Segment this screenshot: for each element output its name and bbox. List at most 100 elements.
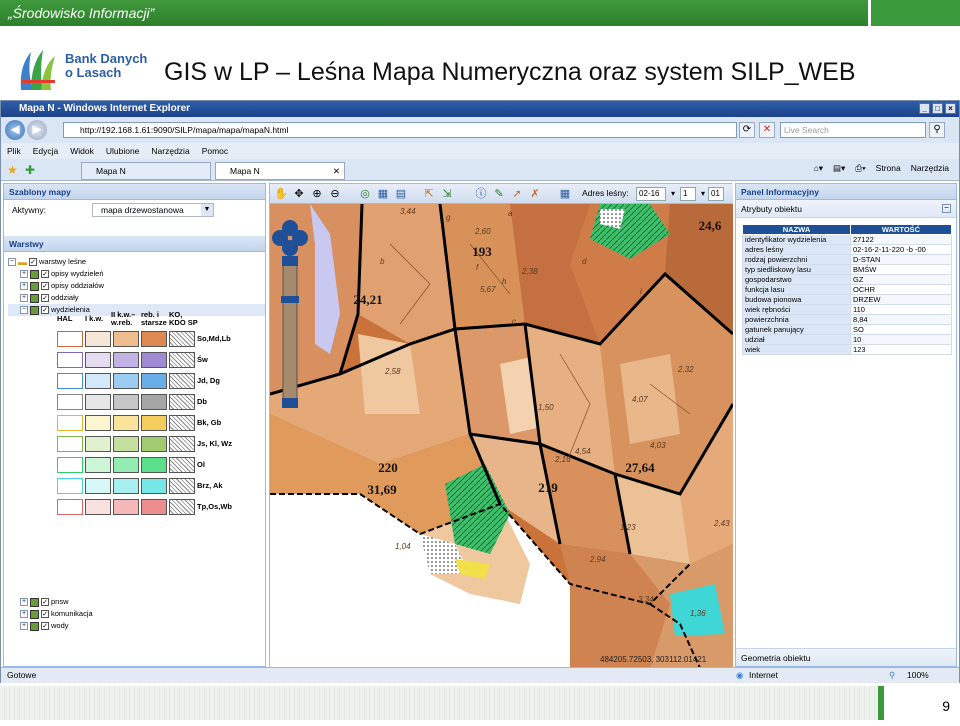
print-map-icon[interactable]: ▤: [394, 187, 408, 201]
attribute-row[interactable]: gatunek panujący SO: [742, 324, 952, 335]
home-icon[interactable]: ⌂▾: [814, 163, 823, 174]
pan-hand-icon[interactable]: ✋: [274, 187, 288, 201]
layer-checkbox[interactable]: ✓: [41, 610, 49, 618]
legend-swatch: [141, 499, 167, 515]
collapse-icon[interactable]: −: [942, 204, 951, 213]
info-icon[interactable]: ⓘ: [474, 187, 488, 201]
menu-ulubione[interactable]: Ulubione: [106, 143, 140, 159]
tab-mapa-n-2[interactable]: Mapa N ✕: [215, 162, 345, 180]
layer-node-wody[interactable]: + ✓ wody: [8, 620, 93, 632]
clear-selection-icon[interactable]: ✗: [528, 187, 542, 201]
maximize-button[interactable]: □: [932, 103, 943, 114]
zoom-icon[interactable]: ⚲: [889, 668, 895, 683]
layer-checkbox[interactable]: ✓: [41, 270, 49, 278]
back-button[interactable]: ◀: [5, 120, 25, 140]
select-icon[interactable]: ➚: [510, 187, 524, 201]
attribute-row[interactable]: identyfikator wydzielenia 27122: [742, 234, 952, 245]
zoom-track[interactable]: [282, 261, 298, 401]
menu-pomoc[interactable]: Pomoc: [202, 143, 228, 159]
tab-label: Mapa N: [96, 166, 126, 176]
layer-node-opisy-oddzialow[interactable]: + ✓ opisy oddziałów: [8, 280, 265, 292]
template-select[interactable]: mapa drzewostanowa ▼: [92, 203, 214, 217]
attribute-row[interactable]: funkcja lasu OCHR: [742, 284, 952, 295]
layer-checkbox[interactable]: ✓: [41, 306, 49, 314]
attribute-row[interactable]: udział 10: [742, 334, 952, 345]
pan-down-button[interactable]: [282, 240, 298, 256]
move-icon[interactable]: ✥: [292, 187, 306, 201]
zoom-in-icon[interactable]: ⊕: [310, 187, 324, 201]
layer-checkbox[interactable]: ✓: [41, 622, 49, 630]
layer-node-forest[interactable]: − ▬ ✓ warstwy leśne: [8, 256, 265, 268]
forward-button[interactable]: ▶: [27, 120, 47, 140]
tools-menu[interactable]: Narzędzia: [911, 163, 949, 174]
close-tab-icon[interactable]: ✕: [333, 163, 340, 179]
feeds-icon[interactable]: ▤▾: [833, 163, 845, 174]
zoom-previous-icon[interactable]: ⇱: [422, 187, 436, 201]
zoom-out-icon[interactable]: ⊖: [328, 187, 342, 201]
geometry-subheader[interactable]: Geometria obiektu: [736, 648, 956, 666]
layer-node-oddzialy[interactable]: + ✓ oddziały: [8, 292, 265, 304]
attribute-row[interactable]: typ siedliskowy lasu BMŚW: [742, 264, 952, 275]
url-field[interactable]: http://192.168.1.61:9090/SILP/mapa/mapa/…: [63, 122, 737, 138]
layer-checkbox[interactable]: ✓: [41, 282, 49, 290]
search-input[interactable]: Live Search: [780, 122, 926, 138]
tab-mapa-n-1[interactable]: Mapa N: [81, 162, 211, 180]
stop-button[interactable]: ✕: [759, 122, 775, 138]
attribute-row[interactable]: adres leśny 02-16-2-11-220 -b -00: [742, 244, 952, 255]
chevron-down-icon[interactable]: ▼: [201, 204, 213, 216]
zoom-handle[interactable]: [281, 296, 299, 303]
forest-map[interactable]: 193 24,21 220 31,69 219 27,64 24,6 a g f h c b d i 3,44…: [270, 204, 733, 668]
zoom-level[interactable]: 100%: [907, 668, 929, 683]
layer-label: oddziały: [51, 293, 79, 302]
page-menu[interactable]: Strona: [876, 163, 901, 174]
zoom-next-icon[interactable]: ⇲: [440, 187, 454, 201]
menu-edycja[interactable]: Edycja: [33, 143, 59, 159]
measure-icon[interactable]: ✎: [492, 187, 506, 201]
favorites-star-icon[interactable]: ★: [7, 163, 18, 177]
layer-checkbox[interactable]: ✓: [29, 258, 37, 266]
stand-label: a: [508, 209, 513, 218]
close-window-button[interactable]: ×: [945, 103, 956, 114]
legend-swatch-hal: [57, 415, 83, 431]
address-part-2[interactable]: 1: [680, 187, 696, 201]
templates-header[interactable]: Szablony mapy: [4, 184, 265, 200]
layers-header[interactable]: Warstwy: [4, 236, 265, 252]
address-part-3[interactable]: 01: [708, 187, 724, 201]
legend-swatch-ko: [169, 499, 195, 515]
menu-plik[interactable]: Plik: [7, 143, 21, 159]
add-favorite-icon[interactable]: ✚: [25, 163, 35, 177]
stand-polygon[interactable]: [620, 354, 680, 444]
zoom-plus-button[interactable]: [282, 256, 298, 266]
address-part-1[interactable]: 02-16: [636, 187, 666, 201]
zoom-minus-button[interactable]: [282, 398, 298, 408]
menu-widok[interactable]: Widok: [70, 143, 94, 159]
attributes-subheader[interactable]: Atrybuty obiektu −: [736, 200, 956, 218]
info-panel-header[interactable]: Panel Informacyjny: [736, 184, 956, 200]
layer-checkbox[interactable]: ✓: [41, 294, 49, 302]
refresh-button[interactable]: ⟳: [739, 122, 755, 138]
attribute-row[interactable]: wiek 123: [742, 344, 952, 355]
chevron-down-icon[interactable]: ▾: [666, 187, 680, 201]
attribute-value: GZ: [850, 274, 952, 285]
zoom-extent-icon[interactable]: ◎: [358, 187, 372, 201]
minimize-button[interactable]: _: [919, 103, 930, 114]
layer-checkbox[interactable]: ✓: [41, 598, 49, 606]
attribute-row[interactable]: gospodarstwo GZ: [742, 274, 952, 285]
attribute-row[interactable]: budowa pionowa DRZEW: [742, 294, 952, 305]
map-canvas[interactable]: 19324,2122031,69 21927,6424,6agfhcb di3,44…: [270, 204, 733, 668]
layer-node-pnsw[interactable]: + ✓ pnsw: [8, 596, 93, 608]
stand-label: b: [380, 257, 385, 266]
table-icon[interactable]: ▦: [558, 187, 572, 201]
menu-narzedzia[interactable]: Narzędzia: [151, 143, 189, 159]
search-icon[interactable]: ⚲: [929, 122, 945, 138]
print-icon[interactable]: ⎙▾: [855, 163, 865, 174]
compartment-number: 27,64: [625, 460, 655, 475]
address-part-3-value: 01: [711, 189, 720, 198]
layer-node-opisy-wydzielen[interactable]: + ✓ opisy wydzieleń: [8, 268, 265, 280]
attribute-row[interactable]: rodzaj powierzchni D-STAN: [742, 254, 952, 265]
layer-node-komunikacja[interactable]: + ✓ komunikacja: [8, 608, 93, 620]
template-select-value: mapa drzewostanowa: [101, 205, 184, 215]
attribute-row[interactable]: wiek rębności 110: [742, 304, 952, 315]
layer-view-icon[interactable]: ▦: [376, 187, 390, 201]
attribute-row[interactable]: powierzchnia 8,84: [742, 314, 952, 325]
